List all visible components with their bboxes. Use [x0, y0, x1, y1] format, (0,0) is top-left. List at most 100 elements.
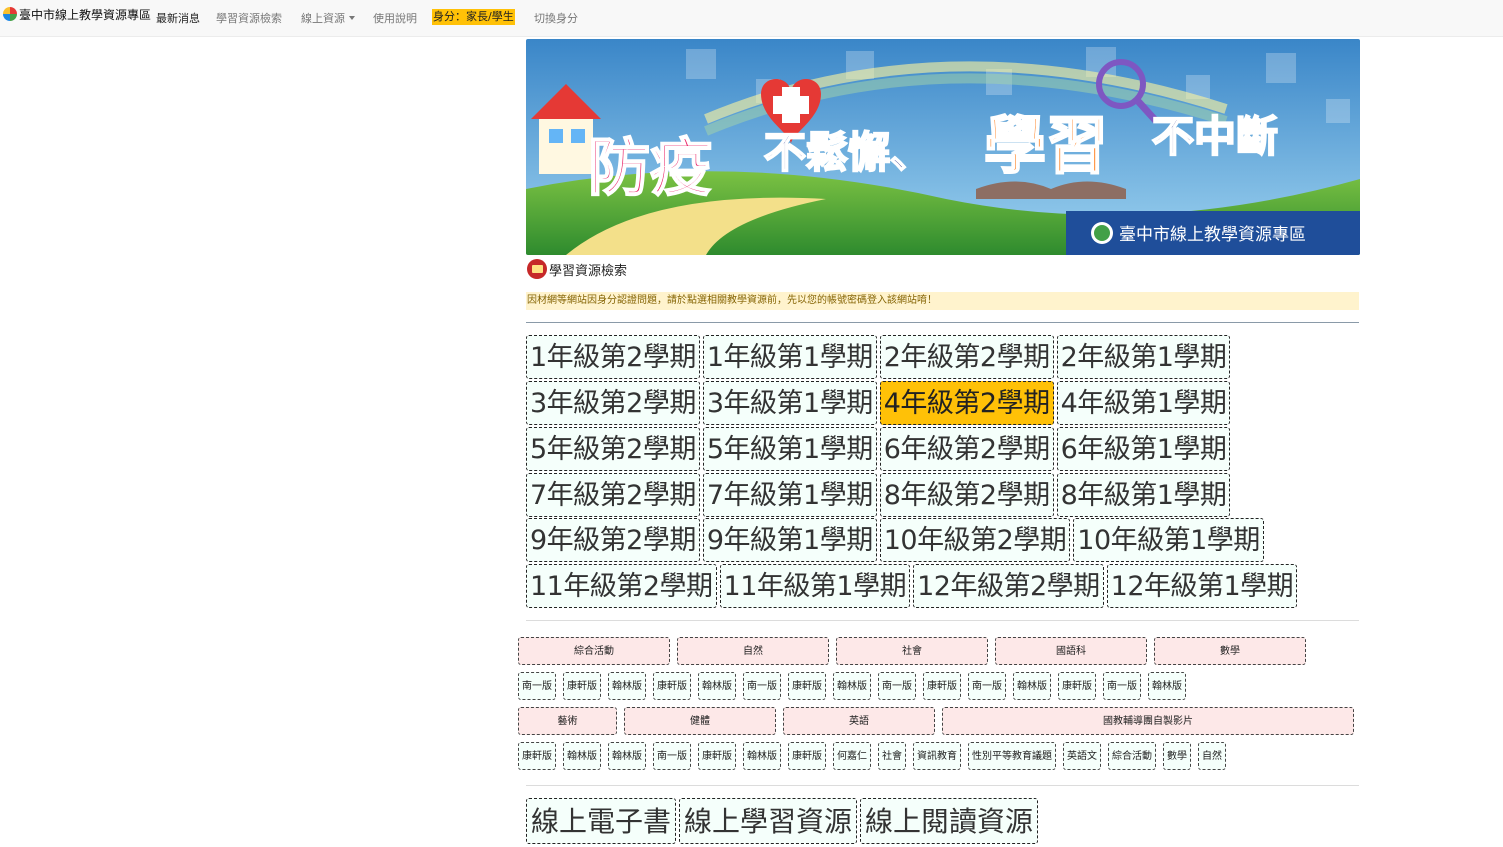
semester-button[interactable]: 2年級第1學期 [1056, 335, 1231, 379]
identity-badge: 身分：家長/學生 [432, 9, 515, 25]
subject-tab[interactable]: 社會 [836, 637, 988, 665]
nav-online-resources[interactable]: 線上資源 [301, 10, 355, 26]
edition-button[interactable]: 數學 [1163, 742, 1191, 770]
edition-button[interactable]: 康軒版 [518, 742, 556, 770]
semester-row-3: 5年級第2學期 5年級第1學期 6年級第2學期 6年級第1學期 [526, 427, 1233, 471]
edition-button[interactable]: 何嘉仁 [833, 742, 871, 770]
semester-row-1: 1年級第2學期 1年級第1學期 2年級第2學期 2年級第1學期 [526, 335, 1233, 379]
semester-button[interactable]: 9年級第2學期 [526, 518, 700, 562]
edition-button[interactable]: 翰林版 [1013, 672, 1051, 700]
ebook-link-button[interactable]: 線上電子書 [526, 798, 677, 844]
edition-button[interactable]: 康軒版 [653, 672, 691, 700]
section-title: 學習資源檢索 [527, 258, 627, 280]
divider [526, 620, 1359, 621]
folder-icon [527, 259, 547, 279]
subject-tab[interactable]: 健體 [624, 707, 776, 735]
nav-switch-identity[interactable]: 切換身分 [534, 10, 578, 26]
subject-row-1: 綜合活動 自然 社會 國語科 數學 [518, 637, 1313, 665]
login-notice: 因材網等網站因身分認證問題，請於點選相關教學資源前，先以您的帳號密碼登入該網站唷… [526, 292, 1359, 310]
edition-button[interactable]: 翰林版 [608, 742, 646, 770]
subject-tab[interactable]: 數學 [1154, 637, 1306, 665]
edition-button[interactable]: 翰林版 [833, 672, 871, 700]
semester-button[interactable]: 10年級第1學期 [1073, 518, 1264, 562]
semester-button[interactable]: 5年級第2學期 [526, 427, 700, 471]
semester-button[interactable]: 4年級第1學期 [1056, 381, 1231, 425]
edition-button[interactable]: 性別平等教育議題 [968, 742, 1056, 770]
edition-button[interactable]: 翰林版 [698, 672, 736, 700]
section-title-text: 學習資源檢索 [549, 263, 628, 279]
semester-button[interactable]: 8年級第2學期 [879, 473, 1054, 517]
edition-button[interactable]: 康軒版 [563, 672, 601, 700]
nav-online-resources-label: 線上資源 [301, 12, 345, 25]
semester-row-6: 11年級第2學期 11年級第1學期 12年級第2學期 12年級第1學期 [526, 564, 1300, 608]
semester-button[interactable]: 7年級第2學期 [526, 473, 700, 517]
learning-resource-link-button[interactable]: 線上學習資源 [679, 798, 858, 844]
nav-usage-guide[interactable]: 使用說明 [373, 10, 417, 26]
online-resource-links: 線上電子書 線上學習資源 線上閱讀資源 [526, 798, 1041, 844]
edition-button[interactable]: 南一版 [743, 672, 781, 700]
edition-button[interactable]: 翰林版 [608, 672, 646, 700]
edition-button[interactable]: 社會 [878, 742, 906, 770]
semester-row-4: 7年級第2學期 7年級第1學期 8年級第2學期 8年級第1學期 [526, 473, 1233, 517]
semester-button[interactable]: 6年級第2學期 [879, 427, 1054, 471]
hero-banner: 防疫 不鬆懈、 學習 不中斷 臺中市線上教學資源專區 [526, 39, 1360, 255]
edition-button[interactable]: 英語文 [1063, 742, 1101, 770]
nav-latest-news[interactable]: 最新消息 [156, 10, 200, 26]
semester-button[interactable]: 1年級第2學期 [526, 335, 700, 379]
edition-button[interactable]: 康軒版 [1058, 672, 1096, 700]
edition-button[interactable]: 南一版 [878, 672, 916, 700]
edition-button[interactable]: 翰林版 [1148, 672, 1186, 700]
banner-caption: 臺中市線上教學資源專區 [1119, 225, 1306, 245]
edition-button[interactable]: 康軒版 [788, 742, 826, 770]
semester-button[interactable]: 8年級第1學期 [1056, 473, 1231, 517]
banner-headline-2: 不鬆懈、 [764, 128, 932, 177]
banner-headline-1: 防疫 [588, 131, 712, 204]
semester-button[interactable]: 3年級第2學期 [526, 381, 700, 425]
semester-button[interactable]: 11年級第1學期 [719, 564, 911, 608]
subject-tab[interactable]: 國語科 [995, 637, 1147, 665]
semester-button[interactable]: 2年級第2學期 [879, 335, 1054, 379]
subject-row-2: 藝術 健體 英語 國教輔導團自製影片 [518, 707, 1361, 735]
semester-row-5: 9年級第2學期 9年級第1學期 10年級第2學期 10年級第1學期 [526, 518, 1267, 562]
edition-button[interactable]: 康軒版 [923, 672, 961, 700]
chevron-down-icon [349, 16, 355, 20]
subject-tab[interactable]: 自然 [677, 637, 829, 665]
subject-tab[interactable]: 藝術 [518, 707, 617, 735]
semester-button[interactable]: 11年級第2學期 [526, 564, 717, 608]
reading-resource-link-button[interactable]: 線上閱讀資源 [860, 798, 1039, 844]
banner-headline-3: 學習 [984, 109, 1108, 182]
semester-row-2: 3年級第2學期 3年級第1學期 4年級第2學期 4年級第1學期 [526, 381, 1233, 425]
edition-row-1: 南一版 康軒版 翰林版 康軒版 翰林版 南一版 康軒版 翰林版 南一版 康軒版 … [518, 672, 1193, 700]
semester-button[interactable]: 5年級第1學期 [702, 427, 877, 471]
semester-button[interactable]: 12年級第1學期 [1106, 564, 1298, 608]
semester-button[interactable]: 7年級第1學期 [702, 473, 877, 517]
semester-button[interactable]: 1年級第1學期 [702, 335, 877, 379]
semester-button-active[interactable]: 4年級第2學期 [879, 381, 1054, 425]
edition-button[interactable]: 康軒版 [788, 672, 826, 700]
edition-row-2: 康軒版 翰林版 翰林版 南一版 康軒版 翰林版 康軒版 何嘉仁 社會 資訊教育 … [518, 742, 1233, 770]
edition-button[interactable]: 翰林版 [743, 742, 781, 770]
semester-button[interactable]: 9年級第1學期 [702, 518, 877, 562]
top-navbar: 臺中市線上教學資源專區 最新消息 學習資源檢索 線上資源 使用說明 身分：家長/… [0, 0, 1503, 37]
taichung-logo-icon [3, 7, 17, 21]
edition-button[interactable]: 南一版 [968, 672, 1006, 700]
edition-button[interactable]: 綜合活動 [1108, 742, 1156, 770]
subject-tab[interactable]: 綜合活動 [518, 637, 670, 665]
brand-link[interactable]: 臺中市線上教學資源專區 [3, 5, 151, 23]
edition-button[interactable]: 南一版 [1103, 672, 1141, 700]
semester-button[interactable]: 10年級第2學期 [879, 518, 1071, 562]
subject-tab[interactable]: 國教輔導團自製影片 [942, 707, 1354, 735]
edition-button[interactable]: 資訊教育 [913, 742, 961, 770]
edition-button[interactable]: 康軒版 [698, 742, 736, 770]
edition-button[interactable]: 南一版 [518, 672, 556, 700]
brand-title: 臺中市線上教學資源專區 [19, 7, 152, 22]
semester-button[interactable]: 6年級第1學期 [1056, 427, 1231, 471]
subject-tab[interactable]: 英語 [783, 707, 935, 735]
edition-button[interactable]: 翰林版 [563, 742, 601, 770]
semester-button[interactable]: 3年級第1學期 [702, 381, 877, 425]
nav-resource-search[interactable]: 學習資源檢索 [216, 10, 282, 26]
edition-button[interactable]: 南一版 [653, 742, 691, 770]
semester-button[interactable]: 12年級第2學期 [913, 564, 1104, 608]
edition-button[interactable]: 自然 [1198, 742, 1226, 770]
banner-headline-4: 不中斷 [1152, 112, 1278, 161]
